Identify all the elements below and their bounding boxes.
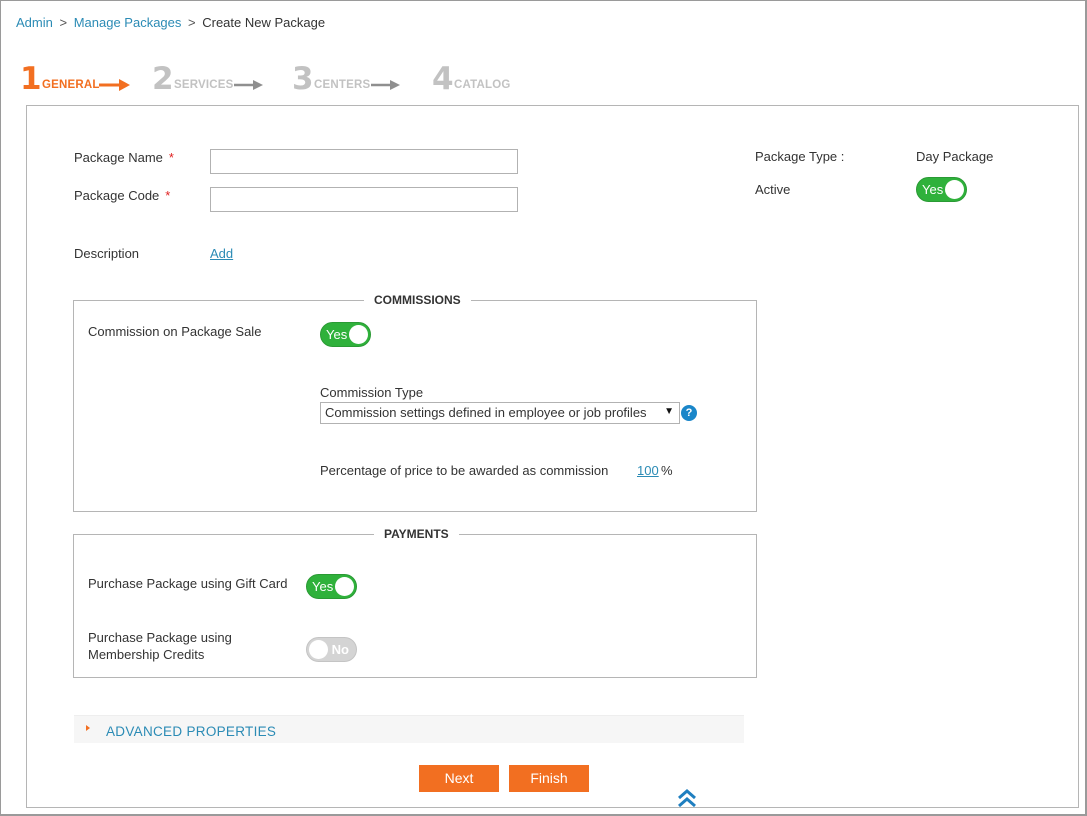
toggle-text: No (331, 642, 349, 657)
payments-title: PAYMENTS (374, 527, 459, 541)
commission-percentage-link[interactable]: 100 (637, 463, 659, 478)
step-number: 1 (20, 61, 42, 97)
step-number: 4 (432, 61, 454, 97)
percentage-unit: % (661, 463, 673, 478)
package-code-label-text: Package Code (74, 188, 160, 203)
commissions-title: COMMISSIONS (364, 293, 471, 307)
step-label: CENTERS (314, 79, 371, 91)
breadcrumb-admin-link[interactable]: Admin (16, 15, 53, 30)
step-number: 3 (292, 61, 314, 97)
breadcrumb-separator: > (188, 15, 196, 30)
membership-label-line1: Purchase Package using (88, 630, 232, 645)
breadcrumb-manage-packages-link[interactable]: Manage Packages (74, 15, 182, 30)
required-mark: * (165, 188, 171, 203)
required-mark: * (168, 150, 174, 165)
help-icon[interactable]: ? (681, 405, 697, 421)
commission-type-select[interactable]: Commission settings defined in employee … (320, 402, 680, 424)
chevron-down-icon: ▼ (664, 406, 674, 417)
package-code-label: Package Code * (74, 188, 170, 203)
toggle-knob (945, 180, 964, 199)
gift-card-toggle[interactable]: Yes (306, 574, 357, 599)
breadcrumb: Admin > Manage Packages > Create New Pac… (16, 15, 325, 30)
commission-on-sale-label: Commission on Package Sale (88, 324, 262, 339)
active-toggle[interactable]: Yes (916, 177, 967, 202)
package-type-value: Day Package (916, 149, 994, 164)
expand-triangle-icon (86, 725, 90, 731)
toggle-knob (349, 325, 368, 344)
toggle-knob (309, 640, 328, 659)
step-arrow-icon (371, 80, 400, 90)
advanced-properties-label: ADVANCED PROPERTIES (106, 724, 277, 739)
breadcrumb-current: Create New Package (202, 15, 326, 30)
breadcrumb-separator: > (59, 15, 68, 30)
commission-on-sale-toggle[interactable]: Yes (320, 322, 371, 347)
step-arrow-icon (99, 79, 130, 91)
toggle-text: Yes (312, 579, 334, 594)
membership-label-line2: Membership Credits (88, 647, 205, 662)
step-number: 2 (152, 61, 174, 97)
commission-type-label: Commission Type (320, 385, 424, 400)
next-button[interactable]: Next (419, 765, 499, 792)
description-add-link[interactable]: Add (210, 246, 233, 261)
advanced-properties-header[interactable]: ADVANCED PROPERTIES (74, 715, 744, 743)
step-label: GENERAL (42, 79, 100, 91)
toggle-text: Yes (326, 327, 348, 342)
commission-type-selected: Commission settings defined in employee … (325, 405, 647, 420)
package-type-label: Package Type : (755, 149, 845, 164)
membership-credits-toggle[interactable]: No (306, 637, 357, 662)
package-code-input[interactable] (210, 187, 518, 212)
finish-button[interactable]: Finish (509, 765, 589, 792)
commission-percentage-label: Percentage of price to be awarded as com… (320, 463, 609, 478)
package-name-label: Package Name * (74, 150, 174, 165)
active-label: Active (755, 182, 791, 197)
step-label: SERVICES (174, 79, 234, 91)
step-arrow-icon (234, 80, 263, 90)
step-label: CATALOG (454, 79, 511, 91)
package-name-input[interactable] (210, 149, 518, 174)
package-name-label-text: Package Name (74, 150, 163, 165)
description-label: Description (74, 246, 140, 261)
gift-card-label: Purchase Package using Gift Card (88, 576, 288, 591)
toggle-text: Yes (922, 182, 944, 197)
toggle-knob (335, 577, 354, 596)
scroll-to-top-icon[interactable] (676, 787, 698, 809)
